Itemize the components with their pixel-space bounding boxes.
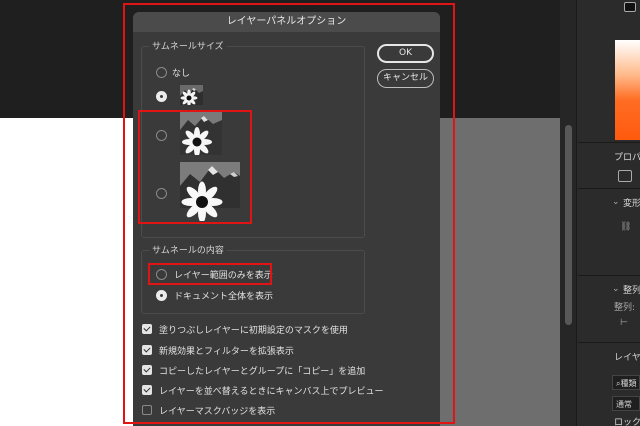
pasteboard-area bbox=[440, 118, 560, 426]
annotation-thumbnail-sizes bbox=[138, 110, 252, 224]
panel-divider bbox=[578, 275, 640, 276]
properties-panel-tab[interactable]: プロパ bbox=[614, 150, 640, 163]
foreground-color-swatch[interactable] bbox=[624, 2, 636, 12]
panel-divider bbox=[578, 342, 640, 343]
layers-panel-tab[interactable]: レイヤ bbox=[614, 350, 640, 363]
annotation-layer-bounds-option bbox=[148, 263, 272, 285]
align-section-label: 整列 bbox=[623, 286, 640, 296]
link-icon[interactable]: ⛓ bbox=[620, 222, 631, 232]
pixel-layer-icon bbox=[618, 170, 632, 182]
layer-kind-filter[interactable]: ⌕種類 bbox=[612, 375, 640, 390]
chevron-down-icon[interactable]: ⌄ bbox=[612, 197, 620, 207]
layer-kind-label: 種類 bbox=[620, 379, 637, 388]
panel-divider bbox=[578, 142, 640, 143]
color-picker-field[interactable] bbox=[615, 40, 640, 140]
align-sub-label: 整列: bbox=[614, 303, 636, 313]
vertical-scrollbar-thumb[interactable] bbox=[565, 125, 572, 325]
transform-section-label: 変形 bbox=[623, 199, 640, 209]
panel-divider bbox=[578, 188, 640, 189]
chevron-down-icon[interactable]: ⌄ bbox=[612, 284, 620, 294]
align-left-icon[interactable]: ⊢ bbox=[620, 318, 628, 328]
blend-mode-select[interactable]: 通常 bbox=[612, 396, 640, 411]
document-canvas bbox=[0, 118, 140, 426]
lock-label: ロック bbox=[614, 418, 640, 426]
